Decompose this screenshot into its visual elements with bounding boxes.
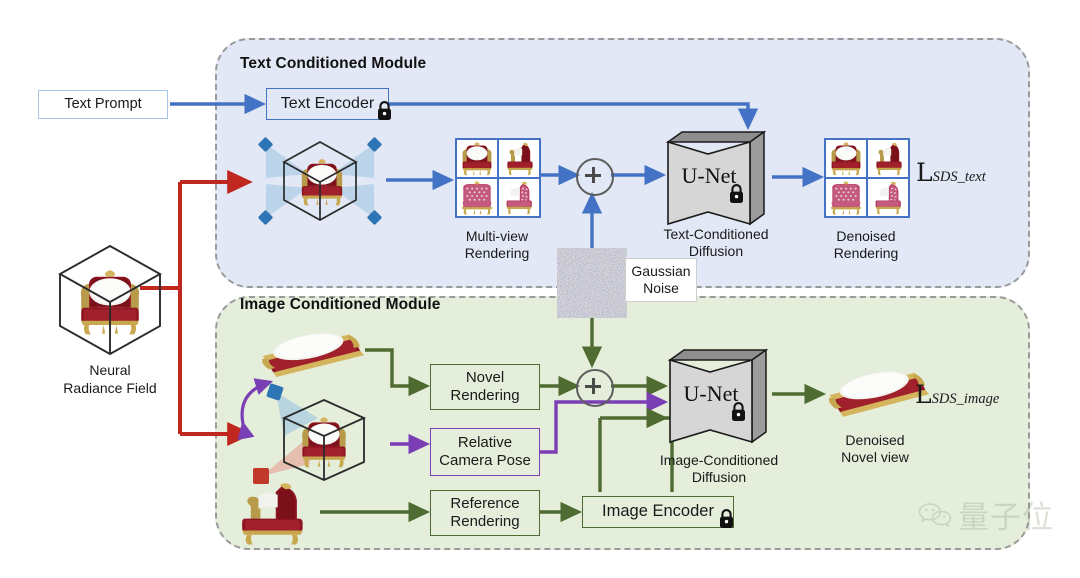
novel-rendering-line1: Novel (465, 369, 505, 387)
novel-view-render-thumb (255, 322, 365, 384)
text-unet-caption-line1: Text-Conditioned (663, 226, 769, 242)
loss-subscript-image: SDS_image (931, 391, 1000, 407)
nerf-label-line1: Neural (89, 362, 131, 378)
lock-icon (378, 101, 391, 120)
text-encoder-box[interactable]: Text Encoder (266, 88, 389, 120)
denoised-novel-view-caption-line1: Denoised (845, 432, 905, 448)
sds-image-loss-label: LSDS_image (915, 380, 999, 409)
gaussian-noise-line1: Gaussian (631, 263, 691, 280)
reference-render-thumb (222, 478, 318, 548)
text-module-title: Text Conditioned Module (240, 55, 427, 72)
render-cell (825, 178, 867, 217)
nerf-cube-multiview (250, 132, 390, 230)
render-cell (867, 178, 909, 217)
watermark: 量子位 (918, 492, 1054, 537)
render-cell (498, 139, 540, 178)
image-unet-caption-line2: Diffusion (691, 469, 747, 485)
denoised-rendering-caption-line1: Denoised (836, 228, 896, 244)
render-cell (456, 178, 498, 217)
image-unet-label: U-Net (683, 381, 739, 406)
image-unet-caption-line1: Image-Conditioned (659, 452, 779, 468)
relative-camera-pose-line1: Relative (457, 434, 513, 452)
image-unet-block: U-Net (662, 346, 774, 446)
sds-text-loss-label: LSDS_text (916, 158, 986, 187)
loss-subscript-text: SDS_text (932, 169, 986, 185)
lock-icon (732, 402, 745, 421)
image-module-title: Image Conditioned Module (240, 296, 441, 313)
lock-icon (720, 509, 733, 528)
relative-camera-pose-box[interactable]: Relative Camera Pose (430, 428, 540, 476)
relative-camera-pose-line2: Camera Pose (439, 452, 531, 469)
text-unet-block: U-Net (660, 128, 772, 228)
image-encoder-box[interactable]: Image Encoder (582, 496, 734, 528)
loss-symbol-image: L (915, 380, 932, 409)
loss-symbol-text: L (916, 158, 933, 187)
text-unet-label: U-Net (681, 163, 737, 188)
denoised-novel-view-thumb (822, 360, 930, 424)
reference-rendering-line1: Reference (450, 495, 520, 513)
render-cell (456, 139, 498, 178)
text-noise-add-operator (576, 158, 614, 196)
nerf-label-line2: Radiance Field (63, 380, 157, 396)
text-prompt-box[interactable]: Text Prompt (38, 90, 168, 119)
denoised-rendering-caption-line2: Rendering (833, 245, 899, 261)
gaussian-noise-line2: Noise (643, 280, 679, 296)
reference-rendering-line2: Rendering (450, 513, 520, 530)
novel-rendering-box[interactable]: Novel Rendering (430, 364, 540, 410)
wechat-icon (918, 502, 952, 527)
denoised-rendering-grid (824, 138, 910, 218)
lock-icon (730, 184, 743, 203)
reference-rendering-box[interactable]: Reference Rendering (430, 490, 540, 536)
render-cell (867, 139, 909, 178)
image-encoder-label: Image Encoder (602, 502, 714, 521)
cube-with-chair-icon (58, 244, 162, 356)
multiview-caption-line2: Rendering (464, 245, 530, 261)
gaussian-noise-label: Gaussian Noise (625, 258, 697, 302)
gaussian-noise-patch (557, 248, 627, 318)
nerf-node: Neural Radiance Field (40, 240, 180, 400)
render-cell (498, 178, 540, 217)
multiview-rendering-grid (455, 138, 541, 218)
watermark-text: 量子位 (958, 500, 1054, 536)
denoised-novel-view-caption-line2: Novel view (841, 449, 909, 465)
text-encoder-label: Text Encoder (280, 94, 375, 112)
novel-rendering-line2: Rendering (450, 387, 520, 404)
multiview-caption-line1: Multi-view (465, 228, 529, 244)
render-cell (825, 139, 867, 178)
image-noise-add-operator (576, 369, 614, 407)
